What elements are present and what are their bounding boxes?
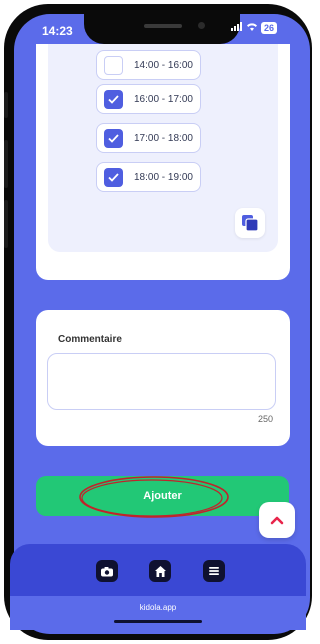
speaker [144, 24, 182, 28]
notch [84, 10, 240, 44]
time-slot-2[interactable]: 16:00 - 17:00 [96, 84, 201, 114]
check-icon [108, 133, 119, 143]
footer-url: kidola.app [139, 603, 177, 612]
scroll-to-top-button[interactable] [259, 502, 295, 538]
add-button[interactable]: Ajouter [36, 476, 289, 516]
volume-up-button [4, 140, 8, 188]
comment-label: Commentaire [58, 334, 122, 345]
camera-icon [101, 566, 113, 576]
comment-card: Commentaire 250 [36, 310, 290, 446]
time-slot-1[interactable]: 14:00 - 16:00 [96, 50, 201, 80]
checkbox-checked[interactable] [104, 167, 123, 187]
volume-down-button [4, 200, 8, 248]
status-time: 14:23 [42, 24, 73, 38]
time-slot-4[interactable]: 18:00 - 19:00 [96, 162, 201, 192]
comment-input[interactable] [47, 353, 276, 410]
time-slot-label: 16:00 - 17:00 [134, 93, 193, 105]
checkbox-checked[interactable] [104, 89, 123, 109]
checkbox-checked[interactable] [104, 128, 123, 148]
bottom-nav [10, 544, 306, 596]
menu-icon [209, 567, 219, 575]
copy-button[interactable] [235, 208, 265, 238]
check-icon [108, 94, 119, 104]
checkbox-unchecked[interactable] [104, 55, 123, 75]
wifi-icon [246, 22, 258, 34]
time-slot-3[interactable]: 17:00 - 18:00 [96, 123, 201, 153]
front-camera [198, 22, 205, 29]
signal-icon [231, 22, 243, 34]
time-slots-panel: 14:00 - 16:00 16:00 - 17:00 17:00 - 18:0… [48, 44, 278, 252]
check-icon [108, 172, 119, 182]
time-slot-label: 18:00 - 19:00 [134, 171, 193, 183]
mute-switch [4, 92, 8, 118]
nav-camera[interactable] [96, 560, 118, 582]
time-slot-label: 17:00 - 18:00 [134, 132, 193, 144]
chevron-up-icon [270, 516, 284, 525]
home-icon [154, 565, 166, 577]
time-slot-label: 14:00 - 16:00 [134, 59, 193, 71]
status-icons: 26 [231, 22, 278, 34]
char-counter: 250 [257, 414, 273, 424]
copy-icon [242, 215, 259, 232]
battery-icon: 26 [261, 22, 278, 34]
nav-menu[interactable] [203, 560, 225, 582]
footer: kidola.app [10, 596, 306, 630]
home-indicator[interactable] [114, 620, 202, 623]
nav-home[interactable] [149, 560, 171, 582]
